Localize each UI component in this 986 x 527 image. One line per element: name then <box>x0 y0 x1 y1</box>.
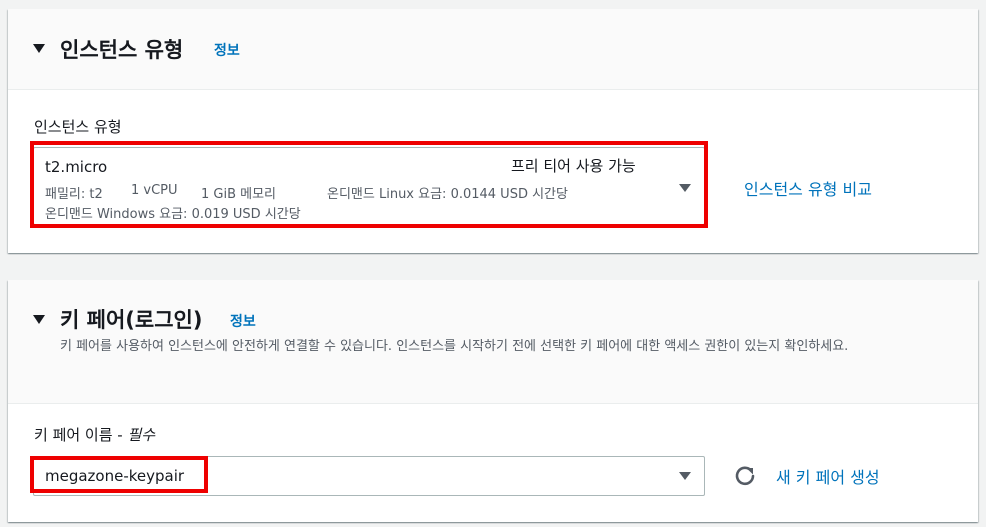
refresh-icon[interactable] <box>732 463 758 489</box>
key-pair-info-link[interactable]: 정보 <box>230 311 256 331</box>
instance-family: 패밀리: t2 <box>45 187 103 202</box>
chevron-down-icon[interactable] <box>679 184 691 192</box>
key-pair-title: 키 페어(로그인) <box>60 308 203 332</box>
key-pair-name-label-text: 키 페어 이름 - <box>34 426 128 444</box>
instance-type-panel-header: 인스턴스 유형 정보 <box>8 9 978 90</box>
instance-type-title: 인스턴스 유형 <box>60 38 184 62</box>
collapse-caret-icon[interactable] <box>33 315 45 324</box>
key-pair-panel: 키 페어(로그인) 정보 키 페어를 사용하여 인스턴스에 안전하게 연결할 수… <box>8 280 978 522</box>
key-pair-name-label: 키 페어 이름 - 필수 <box>34 424 155 445</box>
key-pair-selected-value: megazone-keypair <box>45 467 185 485</box>
instance-type-panel: 인스턴스 유형 정보 인스턴스 유형 t2.micro 프리 티어 사용 가능 … <box>8 9 978 253</box>
instance-type-info-link[interactable]: 정보 <box>214 40 240 60</box>
key-pair-description: 키 페어를 사용하여 인스턴스에 안전하게 연결할 수 있습니다. 인스턴스를 … <box>60 339 849 354</box>
chevron-down-icon[interactable] <box>679 472 691 480</box>
compare-instance-types-link[interactable]: 인스턴스 유형 비교 <box>744 176 872 200</box>
instance-type-field-label: 인스턴스 유형 <box>34 118 122 136</box>
key-pair-panel-header: 키 페어(로그인) 정보 키 페어를 사용하여 인스턴스에 안전하게 연결할 수… <box>8 280 978 404</box>
key-pair-select[interactable]: megazone-keypair <box>33 456 705 496</box>
instance-memory: 1 GiB 메모리 <box>201 187 277 202</box>
linux-price: 온디맨드 Linux 요금: 0.0144 USD 시간당 <box>327 187 568 202</box>
instance-type-name: t2.micro <box>45 158 108 176</box>
required-indicator: 필수 <box>127 426 156 444</box>
free-tier-badge: 프리 티어 사용 가능 <box>511 157 636 175</box>
create-key-pair-link[interactable]: 새 키 페어 생성 <box>776 464 880 488</box>
instance-type-select[interactable]: t2.micro 프리 티어 사용 가능 패밀리: t2 1 vCPU 1 Gi… <box>33 147 705 225</box>
collapse-caret-icon[interactable] <box>33 44 45 53</box>
instance-vcpu: 1 vCPU <box>131 183 178 198</box>
windows-price: 온디맨드 Windows 요금: 0.019 USD 시간당 <box>45 207 301 222</box>
